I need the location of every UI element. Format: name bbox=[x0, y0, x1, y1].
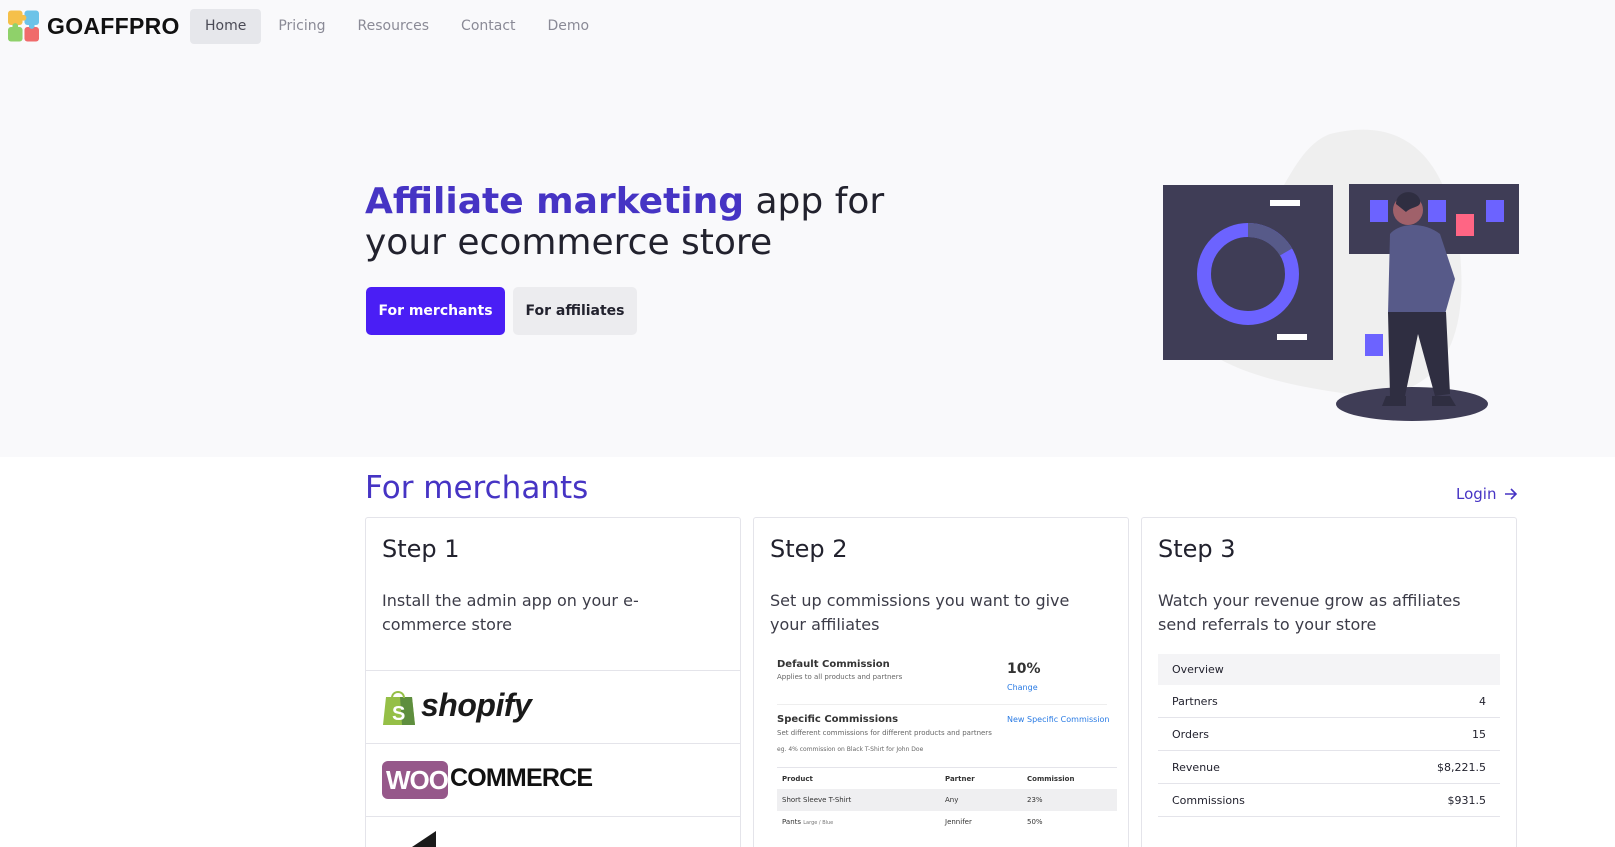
overview-label: Partners bbox=[1172, 694, 1218, 708]
woo-badge: WOO bbox=[382, 761, 449, 799]
shopify-wordmark: shopify bbox=[421, 687, 532, 723]
overview-value: 4 bbox=[1479, 694, 1486, 708]
specific-commissions-sub: Set different commissions for different … bbox=[777, 729, 992, 737]
change-link[interactable]: Change bbox=[1007, 683, 1038, 692]
overview-header: Overview bbox=[1158, 654, 1500, 685]
row-partner: Jennifer bbox=[945, 818, 972, 826]
step-1-card: Step 1 Install the admin app on your e-c… bbox=[365, 517, 741, 847]
col-commission: Commission bbox=[1027, 774, 1075, 783]
login-label: Login bbox=[1456, 485, 1497, 503]
hero-title-rest: app for bbox=[744, 181, 885, 222]
overview-value: $931.5 bbox=[1447, 793, 1487, 807]
overview-table: Overview Partners 4 Orders 15 Revenue $8… bbox=[1158, 654, 1500, 817]
overview-row: Orders 15 bbox=[1158, 718, 1500, 751]
overview-row: Partners 4 bbox=[1158, 685, 1500, 718]
top-navbar: GOAFFPRO Home Pricing Resources Contact … bbox=[0, 0, 1615, 54]
overview-value: 15 bbox=[1472, 727, 1486, 741]
new-specific-commission-link[interactable]: New Specific Commission bbox=[1007, 715, 1109, 724]
nav-resources[interactable]: Resources bbox=[343, 9, 445, 44]
for-affiliates-button[interactable]: For affiliates bbox=[513, 287, 637, 335]
platform-logo-icon bbox=[412, 831, 436, 847]
specific-commissions-example: eg. 4% commission on Black T-Shirt for J… bbox=[777, 746, 924, 753]
brand-name: GOAFFPRO bbox=[47, 12, 180, 39]
overview-label: Orders bbox=[1172, 727, 1209, 741]
nav-pricing[interactable]: Pricing bbox=[263, 9, 340, 44]
default-commission-label: Default Commission bbox=[777, 659, 890, 670]
step-2-card: Step 2 Set up commissions you want to gi… bbox=[753, 517, 1129, 847]
nav-home[interactable]: Home bbox=[190, 9, 262, 44]
nav-links: Home Pricing Resources Contact Demo bbox=[190, 9, 604, 44]
specific-commissions-block: Specific Commissions Set different commi… bbox=[777, 714, 1117, 764]
row-commission: 50% bbox=[1027, 818, 1043, 826]
default-commission-block: Default Commission Applies to all produc… bbox=[777, 659, 1117, 703]
svg-text:S: S bbox=[392, 703, 405, 725]
col-product: Product bbox=[782, 774, 813, 783]
default-commission-value: 10% bbox=[1007, 661, 1041, 677]
logo[interactable]: GOAFFPRO bbox=[8, 10, 180, 42]
step-3-desc: Watch your revenue grow as affiliates se… bbox=[1158, 591, 1461, 634]
overview-row: Revenue $8,221.5 bbox=[1158, 751, 1500, 784]
arrow-right-icon bbox=[1505, 488, 1518, 500]
col-partner: Partner bbox=[945, 774, 975, 783]
woocommerce-row[interactable]: WOO COMMERCE bbox=[366, 743, 740, 816]
login-link[interactable]: Login bbox=[1456, 485, 1518, 503]
for-merchants-title: For merchants bbox=[365, 470, 589, 506]
table-row: Short Sleeve T-Shirt Any 23% bbox=[777, 789, 1117, 811]
overview-value: $8,221.5 bbox=[1437, 760, 1486, 774]
step-3-card: Step 3 Watch your revenue grow as affili… bbox=[1141, 517, 1517, 847]
shopify-row[interactable]: S shopify bbox=[366, 670, 740, 743]
hero-section: Affiliate marketing app for your ecommer… bbox=[0, 54, 1615, 457]
row-product-cell: Pants Large / Blue bbox=[777, 818, 945, 826]
woo-text: WOO bbox=[386, 765, 449, 795]
default-commission-sub: Applies to all products and partners bbox=[777, 673, 903, 681]
puzzle-logo-icon bbox=[8, 10, 39, 42]
step-1-desc: Install the admin app on your e-commerce… bbox=[382, 591, 639, 634]
row-variant: Large / Blue bbox=[803, 820, 834, 826]
commerce-text: COMMERCE bbox=[450, 764, 593, 792]
commission-table-header: Product Partner Commission bbox=[777, 767, 1117, 789]
table-row: Pants Large / Blue Jennifer 50% bbox=[777, 811, 1117, 833]
for-merchants-button[interactable]: For merchants bbox=[366, 287, 505, 335]
nav-contact[interactable]: Contact bbox=[446, 9, 530, 44]
overview-label: Revenue bbox=[1172, 760, 1220, 774]
hero-title: Affiliate marketing app for your ecommer… bbox=[365, 181, 925, 263]
row-product: Short Sleeve T-Shirt bbox=[782, 796, 852, 804]
divider bbox=[777, 704, 1107, 705]
hero-illustration bbox=[1163, 129, 1519, 421]
nav-demo[interactable]: Demo bbox=[533, 9, 605, 44]
hero-title-line2: your ecommerce store bbox=[365, 222, 773, 263]
step-1-title: Step 1 bbox=[382, 535, 460, 563]
step-2-title: Step 2 bbox=[770, 535, 848, 563]
row-product: Pants bbox=[782, 818, 802, 826]
step-2-desc: Set up commissions you want to give your… bbox=[770, 591, 1070, 634]
commission-table: Product Partner Commission Short Sleeve … bbox=[777, 767, 1117, 833]
hero-title-strong: Affiliate marketing bbox=[365, 181, 745, 222]
overview-row: Commissions $931.5 bbox=[1158, 784, 1500, 817]
third-platform-row[interactable] bbox=[366, 816, 740, 847]
row-partner: Any bbox=[945, 796, 959, 804]
row-commission: 23% bbox=[1027, 796, 1043, 804]
step-3-title: Step 3 bbox=[1158, 535, 1236, 563]
shopify-bag-icon: S bbox=[383, 691, 415, 725]
overview-label: Commissions bbox=[1172, 793, 1245, 807]
